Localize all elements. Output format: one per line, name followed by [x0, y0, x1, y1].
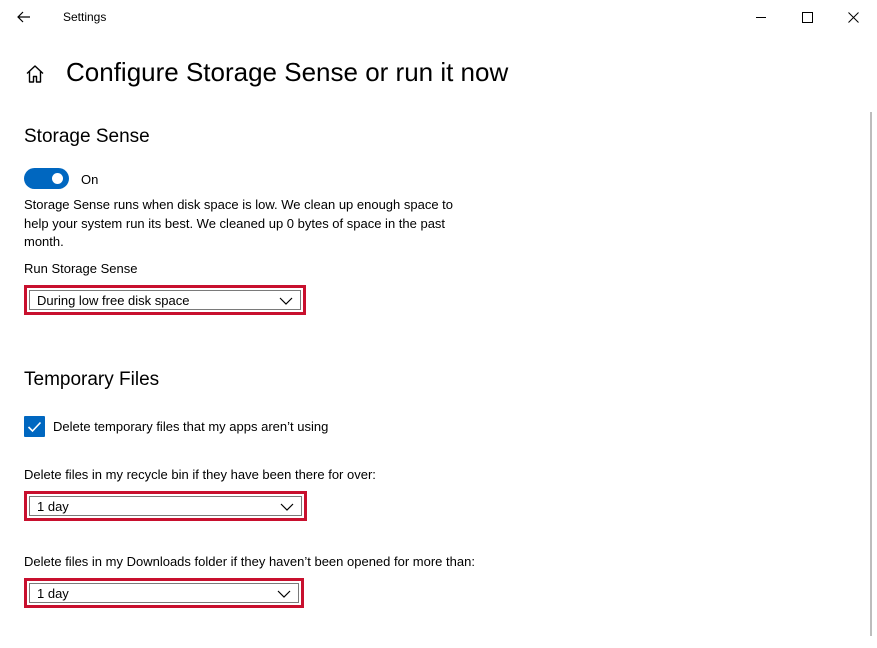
- back-button[interactable]: [10, 4, 38, 30]
- dropdown-value: 1 day: [37, 585, 69, 601]
- chevron-down-icon: [277, 590, 291, 598]
- checkmark-icon: [27, 421, 42, 432]
- temporary-files-heading: Temporary Files: [24, 369, 160, 390]
- recycle-bin-dropdown[interactable]: 1 day: [24, 491, 307, 521]
- storage-sense-description: Storage Sense runs when disk space is lo…: [24, 197, 454, 249]
- chevron-down-icon: [280, 503, 294, 511]
- minimize-icon: [755, 16, 766, 18]
- dropdown-value: 1 day: [37, 498, 69, 514]
- page-title: Configure Storage Sense or run it now: [66, 57, 509, 87]
- minimize-button[interactable]: [738, 0, 784, 34]
- back-arrow-icon: [17, 11, 30, 23]
- close-button[interactable]: [830, 0, 876, 34]
- dropdown-frame: [29, 583, 299, 603]
- delete-temp-files-checkbox[interactable]: [24, 416, 45, 437]
- run-storage-sense-dropdown[interactable]: During low free disk space: [24, 285, 306, 315]
- delete-temp-files-label: Delete temporary files that my apps aren…: [53, 419, 329, 434]
- toggle-state-label: On: [81, 172, 99, 187]
- vertical-scrollbar[interactable]: [870, 112, 872, 636]
- close-icon: [847, 11, 859, 23]
- storage-sense-heading: Storage Sense: [24, 126, 150, 147]
- maximize-icon: [801, 11, 813, 23]
- downloads-folder-label: Delete files in my Downloads folder if t…: [24, 554, 475, 569]
- run-storage-sense-label: Run Storage Sense: [24, 261, 138, 276]
- dropdown-value: During low free disk space: [37, 292, 190, 308]
- toggle-knob: [52, 173, 63, 184]
- dropdown-frame: [29, 496, 302, 516]
- title-bar: Settings: [0, 0, 877, 34]
- recycle-bin-label: Delete files in my recycle bin if they h…: [24, 467, 376, 482]
- home-icon: [26, 65, 44, 83]
- chevron-down-icon: [279, 297, 293, 305]
- storage-sense-toggle[interactable]: [24, 168, 69, 189]
- window-title: Settings: [63, 10, 107, 24]
- downloads-folder-dropdown[interactable]: 1 day: [24, 578, 304, 608]
- home-button[interactable]: [24, 63, 46, 85]
- maximize-button[interactable]: [784, 0, 830, 34]
